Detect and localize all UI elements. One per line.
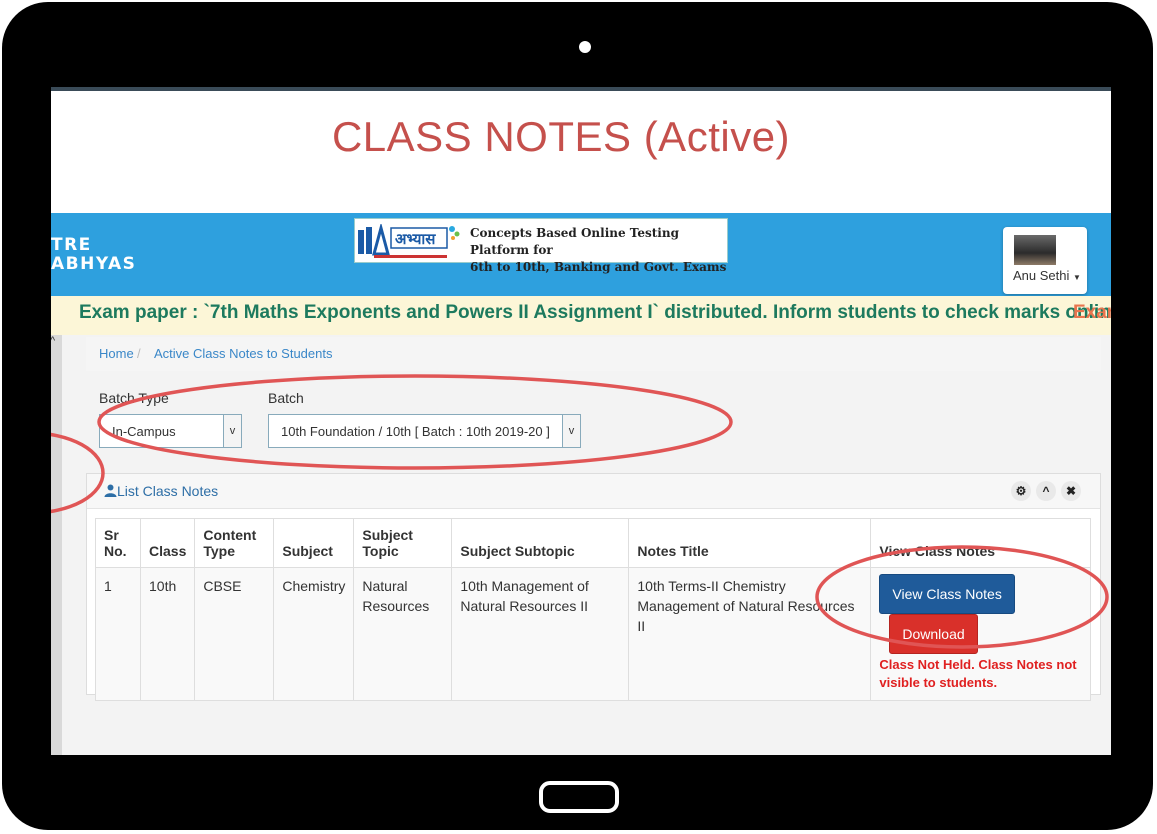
annotation-circle-actions bbox=[815, 545, 1109, 649]
annotation-circle-left bbox=[51, 432, 105, 514]
annotation-overlay bbox=[51, 374, 1109, 649]
annotation-circle-filters bbox=[97, 374, 733, 470]
camera-dot bbox=[579, 41, 591, 53]
screen: CLASS NOTES (Active) TRE ABHYAS अभ्यास C… bbox=[51, 87, 1111, 755]
tablet-frame: CLASS NOTES (Active) TRE ABHYAS अभ्यास C… bbox=[2, 2, 1153, 830]
home-button[interactable] bbox=[539, 781, 619, 813]
